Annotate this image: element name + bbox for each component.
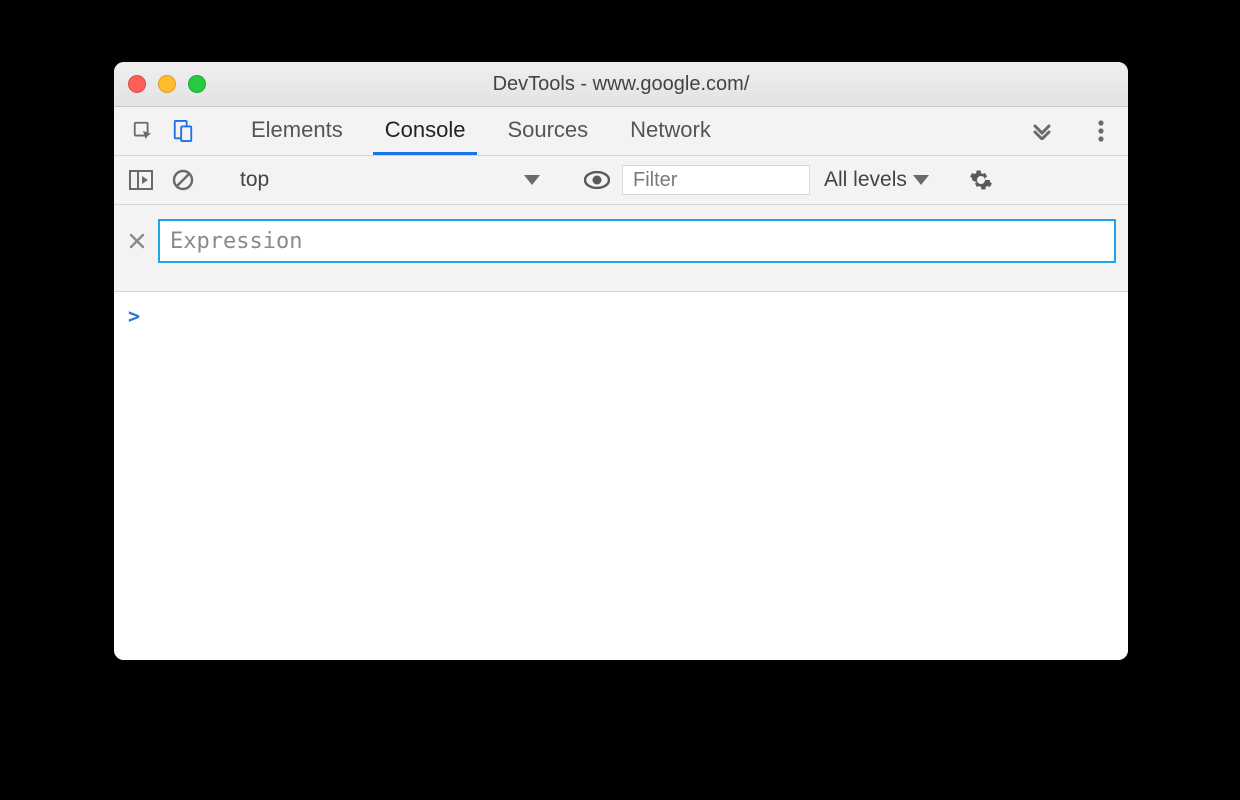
log-levels-select[interactable]: All levels bbox=[818, 168, 935, 192]
zoom-window-button[interactable] bbox=[188, 75, 206, 93]
tab-label: Network bbox=[630, 117, 711, 143]
panel-tabbar: Elements Console Sources Network bbox=[114, 107, 1128, 156]
toggle-sidebar-icon[interactable] bbox=[124, 163, 158, 197]
window-controls bbox=[128, 75, 206, 93]
live-expression-row bbox=[114, 205, 1128, 292]
console-toolbar: top All levels bbox=[114, 156, 1128, 205]
close-icon[interactable] bbox=[126, 230, 148, 252]
panel-tabs: Elements Console Sources Network bbox=[225, 107, 1015, 155]
live-expression-icon[interactable] bbox=[580, 163, 614, 197]
execution-context-select[interactable]: top bbox=[229, 163, 551, 197]
tab-label: Elements bbox=[251, 117, 343, 143]
devtools-window: DevTools - www.google.com/ Elements Cons… bbox=[114, 62, 1128, 660]
tab-elements[interactable]: Elements bbox=[239, 107, 355, 155]
console-output[interactable]: > bbox=[114, 292, 1128, 660]
tab-console[interactable]: Console bbox=[373, 107, 478, 155]
levels-label: All levels bbox=[824, 168, 907, 192]
live-expression-input[interactable] bbox=[158, 219, 1116, 263]
close-window-button[interactable] bbox=[128, 75, 146, 93]
window-title: DevTools - www.google.com/ bbox=[493, 73, 750, 96]
more-tabs-icon[interactable] bbox=[1025, 114, 1059, 148]
device-toolbar-icon[interactable] bbox=[166, 114, 200, 148]
kebab-menu-icon[interactable] bbox=[1084, 114, 1118, 148]
titlebar: DevTools - www.google.com/ bbox=[114, 62, 1128, 107]
chevron-down-icon bbox=[913, 175, 929, 185]
inspect-element-icon[interactable] bbox=[126, 114, 160, 148]
tab-label: Sources bbox=[507, 117, 588, 143]
filter-input[interactable] bbox=[622, 165, 810, 195]
tab-label: Console bbox=[385, 117, 466, 143]
tab-network[interactable]: Network bbox=[618, 107, 723, 155]
console-settings-icon[interactable] bbox=[964, 163, 998, 197]
minimize-window-button[interactable] bbox=[158, 75, 176, 93]
clear-console-icon[interactable] bbox=[166, 163, 200, 197]
console-prompt: > bbox=[128, 304, 140, 328]
tab-sources[interactable]: Sources bbox=[495, 107, 600, 155]
context-label: top bbox=[240, 168, 269, 192]
chevron-down-icon bbox=[524, 175, 540, 185]
